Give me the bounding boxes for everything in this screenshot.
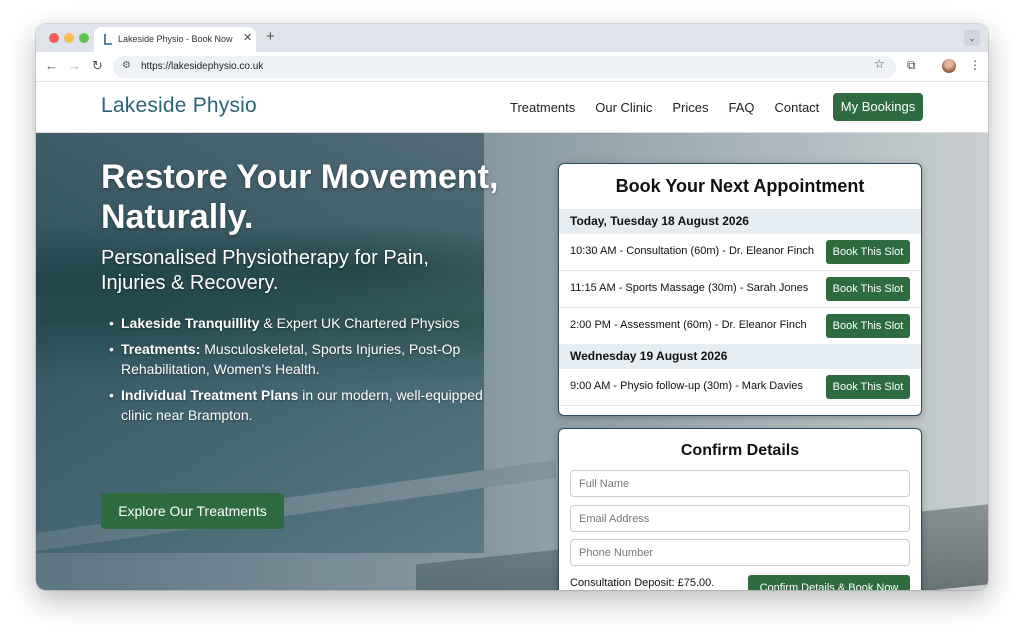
explore-treatments-button[interactable]: Explore Our Treatments [101, 493, 284, 529]
url-text[interactable]: https://lakesidephysio.co.uk [141, 61, 263, 72]
confirm-details-card: Confirm Details Consultation Deposit: £7… [558, 428, 922, 590]
confirm-card-title: Confirm Details [680, 442, 800, 459]
nav-faq[interactable]: FAQ [728, 100, 754, 115]
feature-bold-text: Treatments: [121, 341, 201, 357]
slot-description: 11:15 AM - Sports Massage (30m) - Sarah … [570, 282, 809, 294]
forward-arrow-icon[interactable]: → [68, 58, 81, 74]
back-arrow-icon[interactable]: ← [45, 58, 58, 74]
feature-bold-text: Lakeside Tranquillity [121, 315, 260, 331]
address-bar[interactable]: ⚙ https://lakesidephysio.co.uk [113, 56, 896, 78]
table-row: 10:30 AM - Consultation (60m) - Dr. Elea… [559, 234, 921, 271]
hero-section: Restore Your Movement, Naturally. Person… [36, 133, 988, 590]
list-item: Treatments: Musculoskeletal, Sports Inju… [109, 339, 509, 379]
site-logo[interactable]: Lakeside Physio [101, 94, 257, 118]
browser-toolbar: ← → ↻ ⚙ https://lakesidephysio.co.uk ☆ ⧉… [36, 52, 988, 82]
book-slot-button[interactable]: Book This Slot [826, 375, 910, 399]
my-bookings-button[interactable]: My Bookings [833, 93, 923, 121]
maximize-window-button[interactable] [79, 33, 89, 43]
slot-description: 2:00 PM - Assessment (60m) - Dr. Eleanor… [570, 319, 807, 331]
tab-title: Lakeside Physio - Book Now [118, 34, 233, 44]
slot-description: 10:30 AM - Consultation (60m) - Dr. Elea… [570, 245, 814, 257]
day-header-wednesday: Wednesday 19 August 2026 [559, 344, 921, 369]
hero-subtitle: Personalised Physiotherapy for Pain, Inj… [101, 247, 429, 294]
appointment-card: Book Your Next Appointment Today, Tuesda… [558, 163, 922, 416]
feature-bold-text: Individual Treatment Plans [121, 387, 299, 403]
confirm-book-button[interactable]: Confirm Details & Book Now [748, 575, 910, 590]
appointment-card-title: Book Your Next Appointment [615, 176, 865, 196]
list-item: Lakeside Tranquillity & Expert UK Charte… [109, 313, 509, 333]
site-info-icon[interactable]: ⚙ [122, 60, 131, 71]
minimize-window-button[interactable] [64, 33, 74, 43]
list-item: Individual Treatment Plans in our modern… [109, 385, 509, 425]
day-header-today: Today, Tuesday 18 August 2026 [559, 209, 921, 234]
table-row: 2:00 PM - Assessment (60m) - Dr. Eleanor… [559, 308, 921, 345]
browser-menu-icon[interactable]: ⋮ [969, 58, 981, 72]
close-window-button[interactable] [49, 33, 59, 43]
new-tab-icon[interactable]: + [266, 28, 275, 45]
bookmark-star-icon[interactable]: ☆ [874, 57, 885, 71]
book-slot-button[interactable]: Book This Slot [826, 277, 910, 301]
phone-field[interactable] [570, 539, 910, 566]
slot-description: 9:00 AM - Physio follow-up (30m) - Mark … [570, 380, 803, 392]
hero-feature-list: Lakeside Tranquillity & Expert UK Charte… [109, 313, 509, 431]
site-favicon-icon [104, 34, 112, 45]
site-header: Lakeside Physio Treatments Our Clinic Pr… [36, 82, 988, 133]
main-nav: Treatments Our Clinic Prices FAQ Contact [510, 100, 839, 115]
hero-title: Restore Your Movement, Naturally. [101, 158, 499, 236]
book-slot-button[interactable]: Book This Slot [826, 314, 910, 338]
tab-strip: Lakeside Physio - Book Now ✕ + ⌄ [36, 24, 988, 52]
tab-search-icon[interactable]: ⌄ [964, 30, 980, 46]
nav-contact[interactable]: Contact [774, 100, 819, 115]
nav-treatments[interactable]: Treatments [510, 100, 575, 115]
browser-tab-active[interactable]: Lakeside Physio - Book Now ✕ [94, 27, 256, 52]
table-row: 11:15 AM - Sports Massage (30m) - Sarah … [559, 271, 921, 308]
email-field[interactable] [570, 505, 910, 532]
reload-icon[interactable]: ↻ [92, 58, 103, 74]
book-slot-button[interactable]: Book This Slot [826, 240, 910, 264]
extensions-icon[interactable]: ⧉ [907, 58, 916, 73]
nav-our-clinic[interactable]: Our Clinic [595, 100, 652, 115]
table-row: 9:00 AM - Physio follow-up (30m) - Mark … [559, 369, 921, 406]
web-page: Lakeside Physio Treatments Our Clinic Pr… [36, 82, 988, 590]
full-name-field[interactable] [570, 470, 910, 497]
nav-prices[interactable]: Prices [672, 100, 708, 115]
profile-avatar[interactable] [942, 59, 956, 73]
feature-text: & Expert UK Chartered Physios [259, 315, 460, 331]
browser-window: Lakeside Physio - Book Now ✕ + ⌄ ← → ↻ ⚙… [36, 24, 988, 590]
deposit-text: Consultation Deposit: £75.00. [570, 577, 715, 589]
close-tab-icon[interactable]: ✕ [243, 31, 252, 44]
